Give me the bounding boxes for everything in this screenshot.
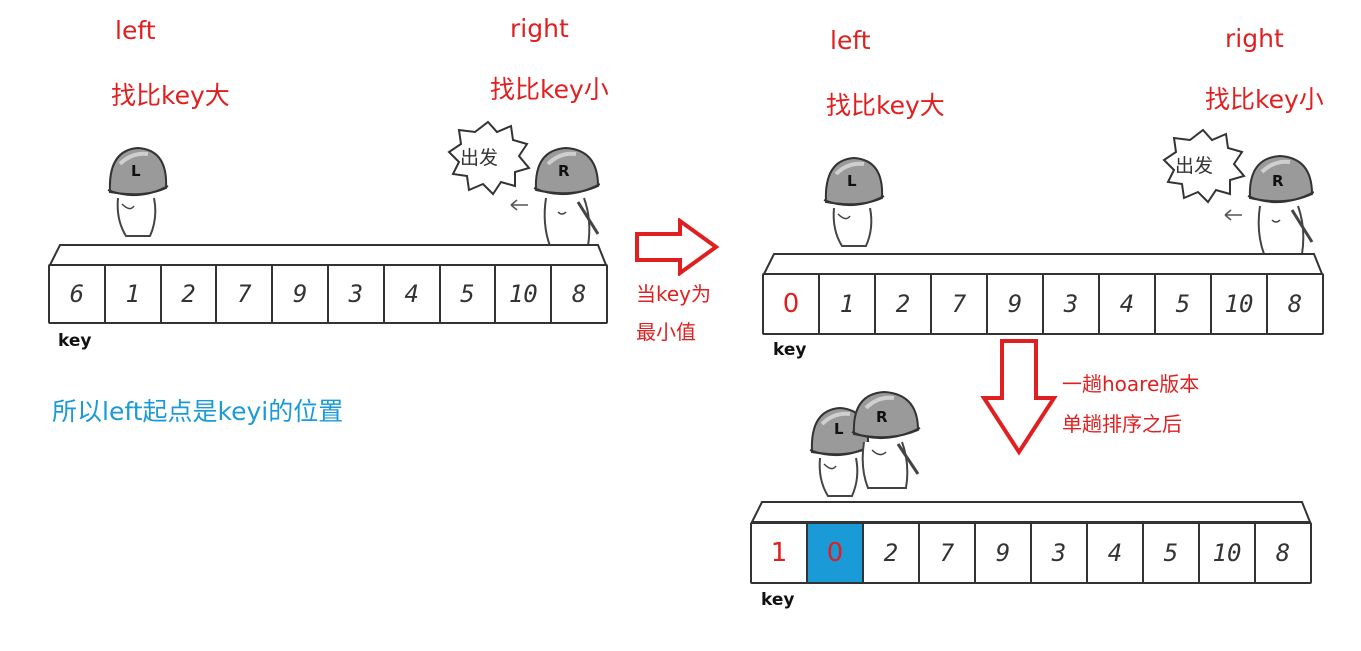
array-cell: 10 (496, 266, 553, 322)
array-cell: 4 (385, 266, 441, 322)
helmet-letter-l-1: L (131, 162, 141, 180)
array-cell: 3 (1032, 524, 1088, 582)
array-cell: 5 (1144, 524, 1200, 582)
array-cell: 1 (106, 266, 162, 322)
array-1: 6 1 2 7 9 3 4 5 10 8 (48, 264, 608, 324)
array-2: 0 1 2 7 9 3 4 5 10 8 (762, 273, 1324, 335)
helmet-letter-r-2: R (1272, 172, 1284, 190)
array-cell: 8 (571, 280, 587, 308)
helmet-l-character-2 (823, 156, 885, 247)
right-label-2: right (1225, 24, 1284, 53)
note-left-start: 所以left起点是keyi的位置 (52, 397, 344, 426)
helmet-letter-r-3: R (876, 408, 888, 426)
array-cell: 2 (864, 524, 920, 582)
left-desc-1: 找比key大 (111, 81, 230, 110)
array-cell: 9 (273, 266, 329, 322)
walk-arrow-icon (1224, 209, 1242, 221)
down-note-line-2: 单趟排序之后 (1062, 412, 1182, 436)
left-desc-2: 找比key大 (826, 91, 945, 120)
array-cell: 1 (752, 524, 808, 582)
array-cell: 2 (876, 275, 932, 333)
array-cell: 4 (1088, 524, 1144, 582)
array-cell: 8 (1287, 290, 1303, 318)
key-label-2: key (773, 340, 807, 360)
bubble-text-2: 出发 (1175, 155, 1214, 177)
bubble-text-1: 出发 (460, 147, 499, 169)
array-cell: 8 (1275, 539, 1291, 567)
array-cell: 7 (920, 524, 976, 582)
helmet-letter-l-2: L (847, 172, 857, 190)
walk-arrow-icon (510, 199, 528, 211)
array-cell: 5 (441, 266, 497, 322)
right-arrow-icon (635, 218, 720, 276)
array-top-face-3 (750, 501, 1312, 523)
array-cell: 9 (976, 524, 1032, 582)
key-label-1: key (58, 331, 92, 351)
array-cell: 4 (1100, 275, 1156, 333)
right-desc-1: 找比key小 (490, 75, 609, 104)
arrow-note-line-2: 最小值 (636, 320, 696, 344)
helmet-r-character-3 (851, 390, 921, 489)
array-cell: 9 (988, 275, 1044, 333)
down-note-line-1: 一趟hoare版本 (1062, 372, 1200, 396)
helmet-r-character-2 (1247, 154, 1314, 255)
array-cell: 7 (932, 275, 988, 333)
helmet-l-character-1 (107, 146, 169, 237)
array-cell: 5 (1156, 275, 1212, 333)
array-cell: 6 (50, 266, 106, 322)
left-label-1: left (115, 16, 156, 45)
helmet-r-character-1 (533, 146, 600, 247)
arrow-note-line-1: 当key为 (636, 282, 712, 306)
right-label-1: right (510, 14, 569, 43)
down-arrow-icon (980, 339, 1058, 456)
array-3: 1 0 2 7 9 3 4 5 10 8 (750, 522, 1312, 584)
array-cell: 1 (820, 275, 876, 333)
array-cell: 7 (217, 266, 274, 322)
array-cell: 0 (764, 275, 820, 333)
array-cell: 10 (1212, 275, 1268, 333)
helmet-letter-r-1: R (558, 162, 570, 180)
helmet-letter-l-3: L (834, 420, 844, 438)
array-cell: 3 (329, 266, 385, 322)
left-label-2: left (830, 26, 871, 55)
array-cell: 2 (162, 266, 218, 322)
array-cell: 10 (1200, 524, 1256, 582)
array-cell: 3 (1044, 275, 1100, 333)
array-cell-highlighted: 0 (808, 524, 864, 582)
right-desc-2: 找比key小 (1205, 85, 1324, 114)
key-label-3: key (761, 590, 795, 610)
